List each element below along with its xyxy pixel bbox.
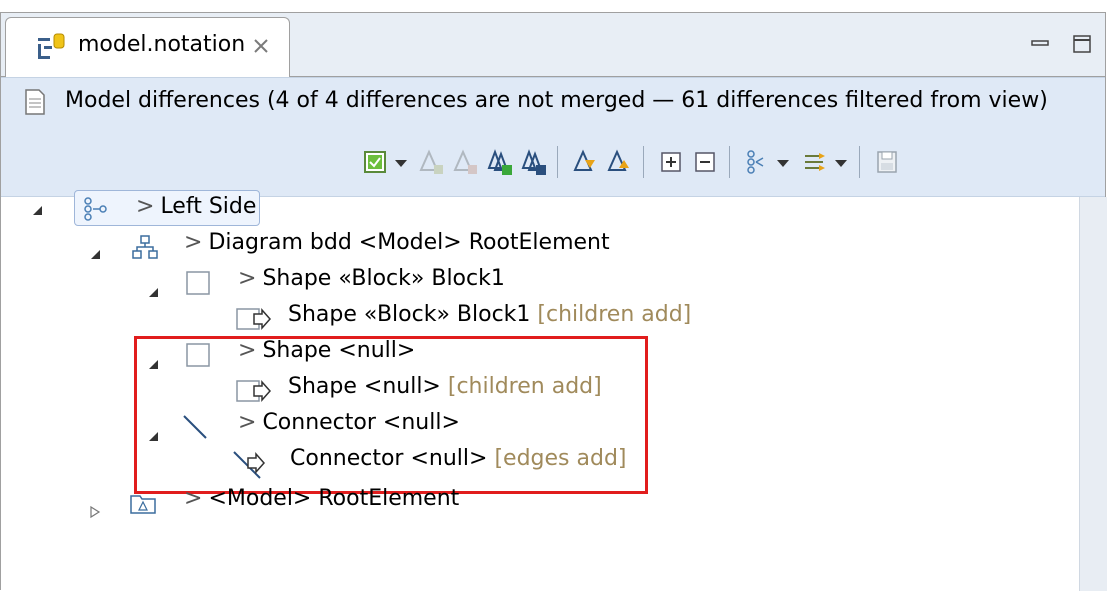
shape-icon bbox=[184, 268, 214, 298]
tree-prefix: > bbox=[184, 230, 203, 255]
toolbar-separator bbox=[643, 146, 644, 178]
tree-item-model-root[interactable]: > <Model> RootElement bbox=[184, 486, 459, 511]
tab-bar: model.notation bbox=[1, 13, 1105, 81]
model-package-icon bbox=[128, 488, 158, 518]
accept-all-icon[interactable] bbox=[485, 148, 513, 176]
reject-change-icon[interactable] bbox=[451, 148, 479, 176]
reject-all-icon[interactable] bbox=[519, 148, 547, 176]
tab-model-notation[interactable]: model.notation bbox=[5, 17, 290, 81]
next-difference-icon[interactable] bbox=[571, 148, 599, 176]
accept-change-icon[interactable] bbox=[417, 148, 445, 176]
highlight-annotation-box bbox=[134, 336, 648, 494]
tree-item-shape-block-change[interactable]: Shape «Block» Block1 [children add] bbox=[288, 302, 691, 327]
dropdown-arrow-icon[interactable] bbox=[775, 148, 791, 176]
tree-item-diagram[interactable]: > Diagram bdd <Model> RootElement bbox=[184, 230, 610, 255]
group-icon[interactable] bbox=[743, 148, 771, 176]
collapse-arrow-icon[interactable] bbox=[88, 504, 102, 519]
notation-file-icon bbox=[36, 32, 66, 64]
add-shape-icon bbox=[234, 304, 274, 334]
tree-item-label: Shape «Block» Block1 bbox=[288, 302, 531, 327]
toolbar-separator bbox=[557, 146, 558, 178]
tree-item-label: <Model> RootElement bbox=[208, 486, 460, 511]
expand-arrow-icon[interactable] bbox=[30, 202, 44, 216]
expand-all-icon[interactable] bbox=[657, 148, 685, 176]
tree-item-shape-block[interactable]: > Shape «Block» Block1 bbox=[238, 266, 505, 291]
tree-item-label: Left Side bbox=[160, 194, 257, 219]
save-icon[interactable] bbox=[873, 148, 901, 176]
diagram-icon bbox=[130, 232, 160, 262]
group-icon bbox=[80, 194, 110, 224]
dropdown-arrow-icon[interactable] bbox=[393, 148, 409, 176]
toolbar-separator bbox=[729, 146, 730, 178]
close-icon[interactable] bbox=[252, 36, 270, 54]
tree-item-label: Shape «Block» Block1 bbox=[262, 266, 505, 291]
collapse-all-icon[interactable] bbox=[691, 148, 719, 176]
vertical-scrollbar[interactable] bbox=[1079, 197, 1107, 591]
document-icon bbox=[23, 88, 47, 116]
tree-item-label: Diagram bdd <Model> RootElement bbox=[208, 230, 610, 255]
previous-difference-icon[interactable] bbox=[605, 148, 633, 176]
tree-item-left-side[interactable]: > Left Side bbox=[136, 194, 256, 219]
tree-prefix: > bbox=[184, 486, 203, 511]
filter-icon[interactable] bbox=[801, 148, 829, 176]
expand-arrow-icon[interactable] bbox=[146, 284, 160, 298]
dropdown-arrow-icon[interactable] bbox=[833, 148, 849, 176]
compare-editor: model.notation Model differences (4 of 4… bbox=[0, 12, 1107, 591]
differences-summary: Model differences (4 of 4 differences ar… bbox=[65, 88, 1048, 113]
expand-arrow-icon[interactable] bbox=[88, 246, 102, 260]
tree-prefix: > bbox=[136, 194, 155, 219]
maximize-icon[interactable] bbox=[1071, 33, 1093, 55]
toolbar-separator bbox=[859, 146, 860, 178]
tab-title: model.notation bbox=[78, 32, 246, 57]
tree-prefix: > bbox=[238, 266, 257, 291]
compare-toolbar bbox=[1, 140, 1105, 184]
select-all-checkbox-icon[interactable] bbox=[361, 148, 389, 176]
minimize-icon[interactable] bbox=[1029, 33, 1051, 55]
change-annotation: [children add] bbox=[537, 302, 692, 327]
differences-header: Model differences (4 of 4 differences ar… bbox=[1, 77, 1105, 197]
